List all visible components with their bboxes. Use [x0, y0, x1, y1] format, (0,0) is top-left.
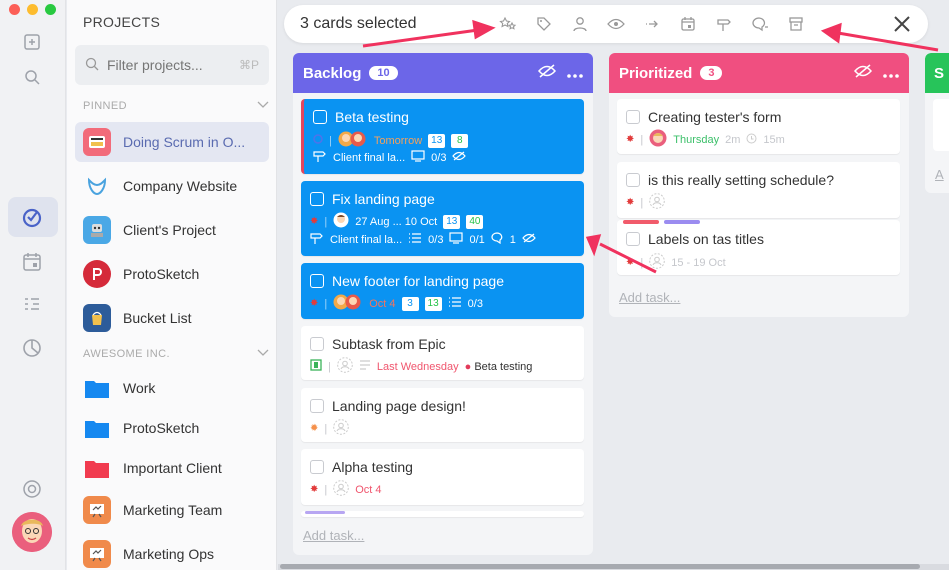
project-item-protosketch-2[interactable]: ProtoSketch — [75, 408, 269, 448]
pinned-section-header[interactable]: PINNED — [83, 100, 269, 112]
projects-panel: PROJECTS ⌘P PINNED Doing Scrum in O... C… — [67, 0, 277, 570]
project-label: ProtoSketch — [123, 420, 200, 436]
project-label: Company Website — [123, 178, 238, 194]
folder-icon — [83, 374, 111, 402]
close-window-button[interactable] — [9, 4, 20, 15]
search-icon[interactable] — [20, 65, 44, 89]
pinned-section-label: PINNED — [83, 100, 127, 112]
awesome-section-header[interactable]: AWESOME INC. — [83, 348, 269, 360]
project-label: ProtoSketch — [123, 266, 200, 282]
filter-shortcut: ⌘P — [238, 58, 259, 72]
project-item-marketing-ops[interactable]: Marketing Ops — [75, 534, 269, 570]
scrollbar-thumb[interactable] — [280, 564, 920, 569]
filter-projects-field[interactable]: ⌘P — [75, 45, 269, 85]
bucket-icon — [83, 304, 111, 332]
project-label: Bucket List — [123, 310, 192, 326]
project-label: Work — [123, 380, 156, 396]
timeline-icon[interactable] — [20, 293, 44, 317]
folder-icon — [83, 454, 111, 482]
project-label: Marketing Team — [123, 502, 223, 518]
chevron-down-icon[interactable] — [257, 100, 269, 112]
new-item-icon[interactable] — [20, 30, 44, 54]
project-label: Doing Scrum in O... — [123, 134, 246, 150]
zoom-window-button[interactable] — [45, 4, 56, 15]
project-item-important-client[interactable]: Important Client — [75, 448, 269, 488]
user-avatar[interactable] — [12, 512, 52, 552]
project-item-doing-scrum[interactable]: Doing Scrum in O... — [75, 122, 269, 162]
reports-icon[interactable] — [20, 336, 44, 360]
projects-title: PROJECTS — [83, 14, 161, 30]
scrum-icon — [83, 128, 111, 156]
search-icon — [85, 57, 99, 74]
protosketch-icon — [83, 260, 111, 288]
chevron-down-icon[interactable] — [257, 348, 269, 360]
project-item-protosketch[interactable]: ProtoSketch — [75, 254, 269, 294]
project-label: Client's Project — [123, 222, 216, 238]
project-item-work[interactable]: Work — [75, 368, 269, 408]
project-label: Marketing Ops — [123, 546, 215, 562]
app-rail — [0, 0, 66, 570]
board-icon — [83, 540, 111, 568]
annotation-arrows — [362, 19, 939, 274]
tasks-icon[interactable] — [20, 205, 44, 229]
project-item-company-website[interactable]: Company Website — [75, 166, 269, 206]
awesome-section-label: AWESOME INC. — [83, 348, 170, 360]
project-item-bucket-list[interactable]: Bucket List — [75, 298, 269, 338]
robot-icon — [83, 216, 111, 244]
filter-projects-input[interactable] — [107, 57, 237, 73]
website-icon — [83, 172, 111, 200]
calendar-icon[interactable] — [20, 250, 44, 274]
folder-icon — [83, 414, 111, 442]
project-item-marketing-team[interactable]: Marketing Team — [75, 490, 269, 530]
board-icon — [83, 496, 111, 524]
minimize-window-button[interactable] — [27, 4, 38, 15]
window-controls — [9, 4, 56, 15]
horizontal-scrollbar[interactable] — [278, 564, 949, 570]
help-icon[interactable] — [20, 477, 44, 501]
project-item-clients-project[interactable]: Client's Project — [75, 210, 269, 250]
project-label: Important Client — [123, 460, 222, 476]
kanban-board: 3 cards selected Backlog 10 Beta testing — [278, 0, 949, 570]
